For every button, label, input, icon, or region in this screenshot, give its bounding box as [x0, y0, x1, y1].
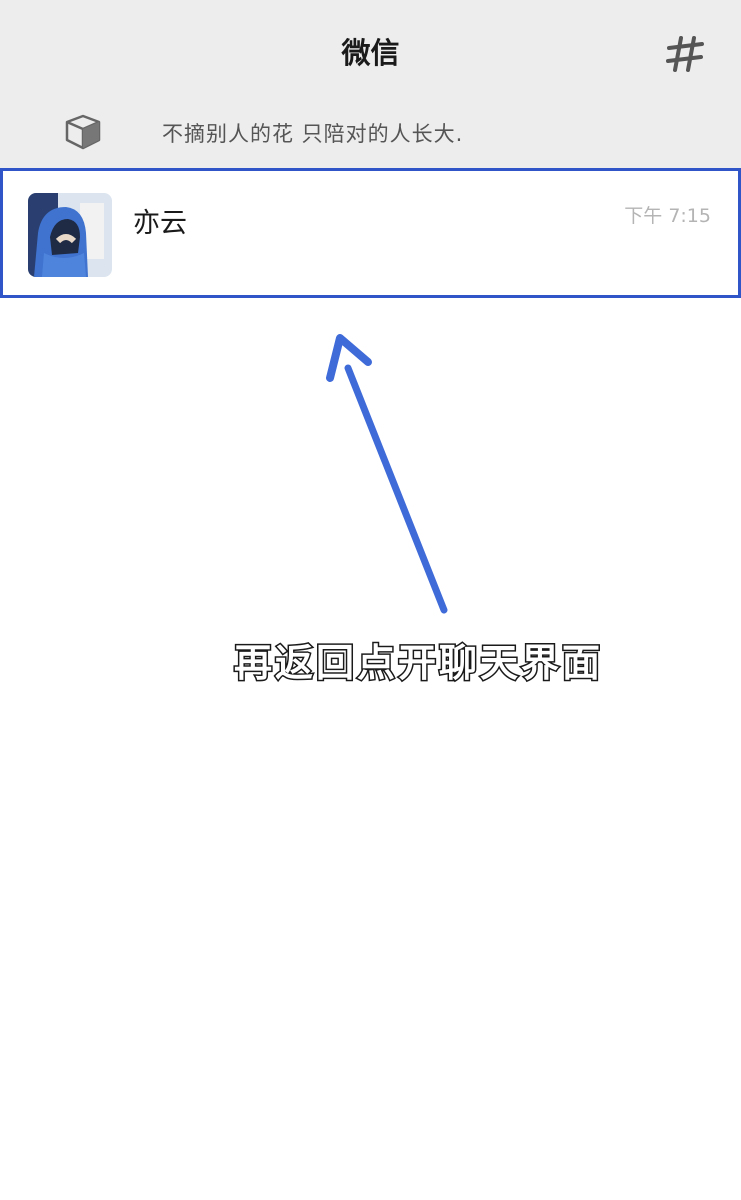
hash-button[interactable]: [662, 34, 708, 74]
page-title: 微信: [341, 36, 400, 70]
arrow-up-icon: [300, 320, 480, 620]
chat-time: 下午 7:15: [624, 205, 711, 227]
status-text: 不摘别人的花 只陪对的人长大.: [162, 122, 464, 146]
cube-status-icon: [62, 112, 104, 152]
chat-name: 亦云: [133, 208, 187, 239]
status-row[interactable]: 不摘别人的花 只陪对的人长大.: [0, 100, 741, 164]
top-area: 微信 不摘别人的花 只陪对的人长大.: [0, 0, 741, 168]
annotation-caption: 再返回点开聊天界面: [233, 640, 604, 687]
hash-icon: [666, 36, 704, 72]
chat-list-item[interactable]: 亦云 下午 7:15: [0, 168, 741, 298]
avatar: [28, 193, 112, 277]
